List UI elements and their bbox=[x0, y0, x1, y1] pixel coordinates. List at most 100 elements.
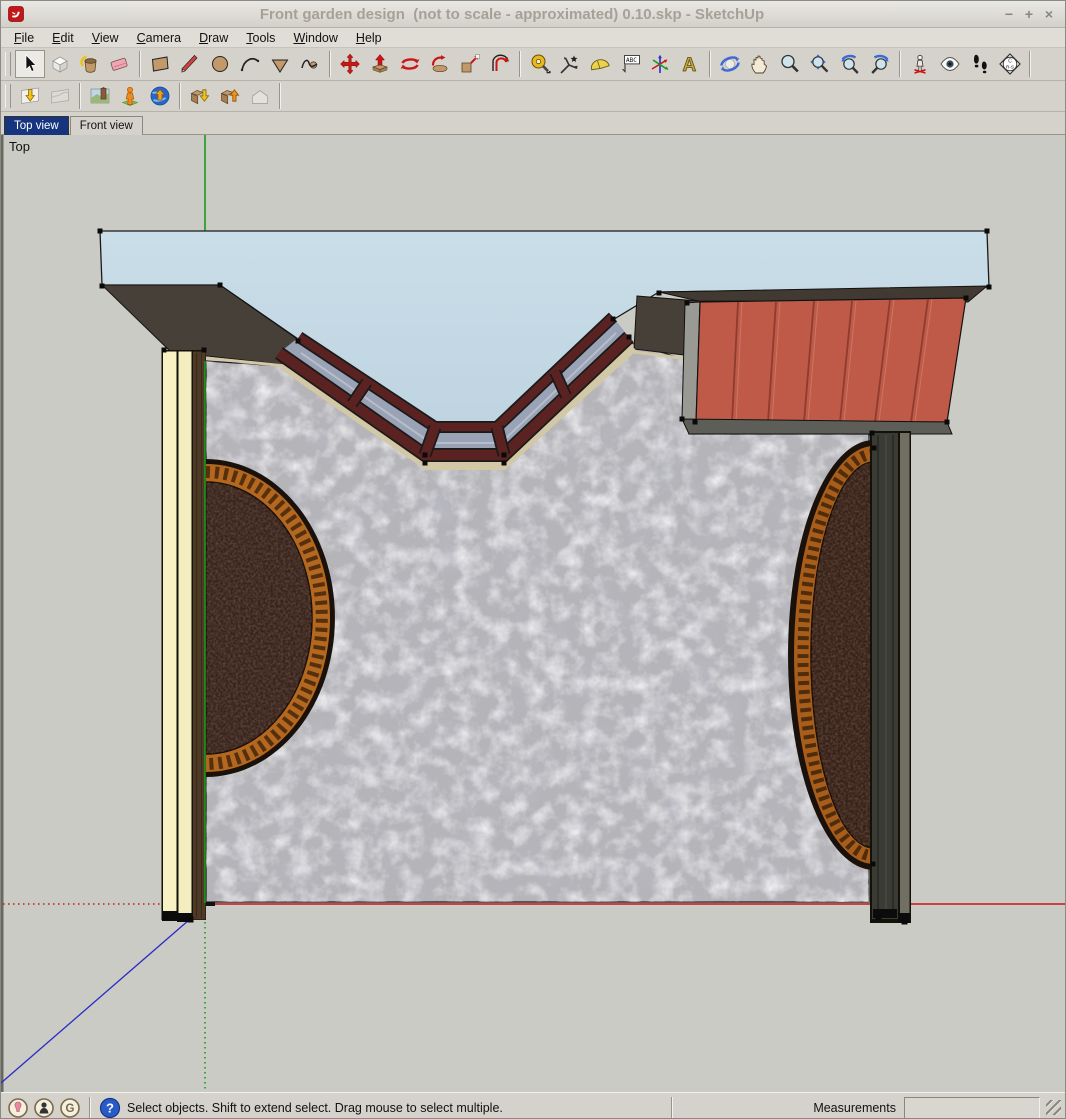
move-button[interactable] bbox=[335, 50, 365, 78]
circle-icon bbox=[208, 52, 232, 76]
position-camera-icon bbox=[908, 52, 932, 76]
axes-button[interactable] bbox=[645, 50, 675, 78]
paint-bucket-icon bbox=[78, 52, 102, 76]
menu-view[interactable]: View bbox=[83, 30, 128, 46]
text-icon: ABC bbox=[618, 52, 642, 76]
menu-window[interactable]: Window bbox=[284, 30, 346, 46]
next-button[interactable] bbox=[865, 50, 895, 78]
toggle-terrain-button[interactable] bbox=[45, 82, 75, 110]
look-around-button[interactable] bbox=[935, 50, 965, 78]
polygon-button[interactable] bbox=[265, 50, 295, 78]
window-title: Front garden design (not to scale - appr… bbox=[25, 6, 999, 23]
eraser-button[interactable] bbox=[105, 50, 135, 78]
move-icon bbox=[338, 52, 362, 76]
select-button[interactable] bbox=[15, 50, 45, 78]
select-icon bbox=[18, 52, 42, 76]
photo-textures-button[interactable] bbox=[85, 82, 115, 110]
zoom-button[interactable] bbox=[775, 50, 805, 78]
menu-edit[interactable]: Edit bbox=[43, 30, 83, 46]
status-bulb-icon[interactable] bbox=[6, 1096, 30, 1119]
push-pull-button[interactable] bbox=[365, 50, 395, 78]
menu-tools[interactable]: Tools bbox=[237, 30, 284, 46]
walk-button[interactable] bbox=[965, 50, 995, 78]
arc-button[interactable] bbox=[235, 50, 265, 78]
get-models-icon bbox=[188, 84, 212, 108]
status-google-icon[interactable]: G bbox=[58, 1096, 82, 1119]
model-viewport[interactable]: Top bbox=[1, 135, 1066, 1092]
3d-text-button[interactable]: A bbox=[675, 50, 705, 78]
menu-camera[interactable]: Camera bbox=[128, 30, 190, 46]
tab-front-view[interactable]: Front view bbox=[70, 116, 143, 135]
follow-me-button[interactable] bbox=[425, 50, 455, 78]
measurements-input[interactable] bbox=[904, 1097, 1040, 1119]
orbit-icon bbox=[718, 52, 742, 76]
pan-button[interactable] bbox=[745, 50, 775, 78]
sketchup-logo-icon bbox=[7, 5, 25, 23]
close-button[interactable]: × bbox=[1039, 1, 1059, 28]
axis-origin-marker bbox=[205, 902, 215, 906]
3d-text-icon: A bbox=[678, 52, 702, 76]
circle-button[interactable] bbox=[205, 50, 235, 78]
look-around-icon bbox=[938, 52, 962, 76]
dimension-button[interactable] bbox=[555, 50, 585, 78]
position-camera-button[interactable] bbox=[905, 50, 935, 78]
menu-help[interactable]: Help bbox=[347, 30, 391, 46]
status-person-icon[interactable] bbox=[32, 1096, 56, 1119]
axes-icon bbox=[648, 52, 672, 76]
shed-roof[interactable] bbox=[682, 298, 966, 434]
toolbar-separator bbox=[139, 51, 141, 77]
orbit-button[interactable] bbox=[715, 50, 745, 78]
rectangle-button[interactable] bbox=[145, 50, 175, 78]
place-model-in-google-earth-button[interactable] bbox=[145, 82, 175, 110]
status-bar: G ? Select objects. Shift to extend sele… bbox=[1, 1092, 1065, 1119]
rotate-button[interactable] bbox=[395, 50, 425, 78]
toggle-terrain-icon bbox=[48, 84, 72, 108]
fence-left[interactable] bbox=[162, 350, 207, 922]
street-view-icon bbox=[118, 84, 142, 108]
offset-button[interactable] bbox=[485, 50, 515, 78]
toolbar-grip[interactable] bbox=[5, 52, 11, 76]
text-button[interactable]: ABC bbox=[615, 50, 645, 78]
polygon-icon bbox=[268, 52, 292, 76]
model-scene[interactable] bbox=[1, 135, 1066, 1092]
title-bar[interactable]: Front garden design (not to scale - appr… bbox=[1, 1, 1065, 28]
get-current-view-button[interactable] bbox=[15, 82, 45, 110]
section-plane-button[interactable]: C R-S bbox=[995, 50, 1025, 78]
maximize-button[interactable]: + bbox=[1019, 1, 1039, 28]
toolbar-grip[interactable] bbox=[5, 84, 11, 108]
window-resize-grip[interactable] bbox=[1046, 1100, 1061, 1115]
main-toolbar: ABC A bbox=[1, 48, 1065, 81]
status-message: Select objects. Shift to extend select. … bbox=[127, 1101, 503, 1115]
fence-right[interactable] bbox=[870, 431, 911, 923]
make-component-button[interactable] bbox=[45, 50, 75, 78]
svg-text:ABC: ABC bbox=[626, 57, 637, 64]
previous-button[interactable] bbox=[835, 50, 865, 78]
protractor-icon bbox=[588, 52, 612, 76]
status-separator bbox=[89, 1097, 91, 1119]
share-model-button[interactable] bbox=[215, 82, 245, 110]
zoom-extents-button[interactable] bbox=[805, 50, 835, 78]
line-button[interactable] bbox=[175, 50, 205, 78]
minimize-button[interactable]: − bbox=[999, 1, 1019, 28]
menu-bar: File Edit View Camera Draw Tools Window … bbox=[1, 28, 1065, 48]
toolbar-separator bbox=[79, 83, 81, 109]
follow-me-icon bbox=[428, 52, 452, 76]
share-component-button[interactable] bbox=[245, 82, 275, 110]
tape-measure-button[interactable] bbox=[525, 50, 555, 78]
get-models-button[interactable] bbox=[185, 82, 215, 110]
street-view-button[interactable] bbox=[115, 82, 145, 110]
google-earth-icon bbox=[148, 84, 172, 108]
freehand-button[interactable] bbox=[295, 50, 325, 78]
freehand-icon bbox=[298, 52, 322, 76]
menu-draw[interactable]: Draw bbox=[190, 30, 237, 46]
help-icon[interactable]: ? bbox=[98, 1096, 122, 1119]
tab-top-view[interactable]: Top view bbox=[4, 116, 69, 135]
toolbar-separator bbox=[179, 83, 181, 109]
paint-bucket-button[interactable] bbox=[75, 50, 105, 78]
menu-file[interactable]: File bbox=[5, 30, 43, 46]
svg-text:?: ? bbox=[106, 1100, 114, 1115]
scene-tabs: Top view Front view bbox=[1, 112, 1065, 135]
protractor-button[interactable] bbox=[585, 50, 615, 78]
toolbar-separator bbox=[329, 51, 331, 77]
scale-button[interactable] bbox=[455, 50, 485, 78]
